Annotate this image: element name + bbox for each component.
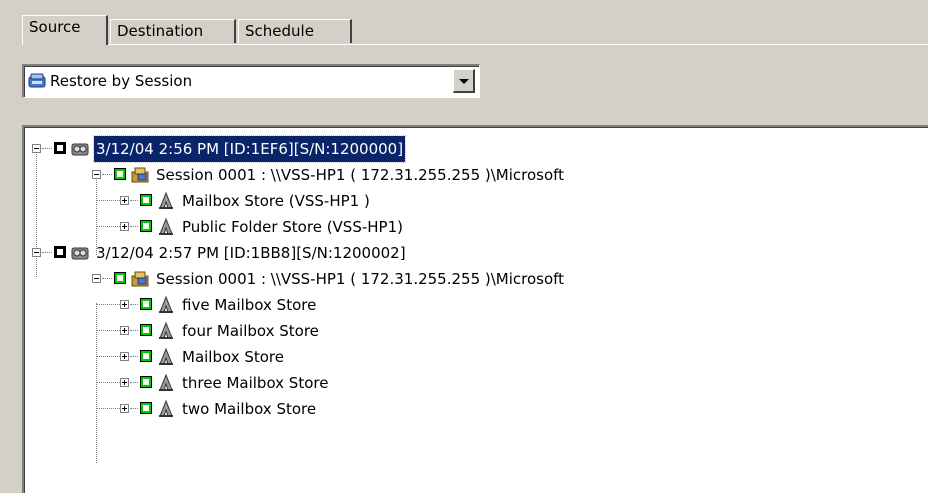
tab-schedule-label: Schedule [245,22,314,40]
store-icon [159,321,173,339]
tree-node-tape[interactable]: 3/12/04 2:57 PM [ID:1BB8][S/N:1200002] [24,240,904,266]
expand-icon[interactable] [120,326,129,335]
tree-node-store[interactable]: two Mailbox Store [24,396,904,422]
checkbox[interactable] [140,350,152,362]
tree-node-store[interactable]: Mailbox Store (VSS-HP1 ) [24,188,904,214]
checkbox[interactable] [54,246,66,258]
tree-node-label: four Mailbox Store [182,322,319,340]
expand-icon[interactable] [120,378,129,387]
tab-source-label: Source [29,18,81,36]
expand-icon[interactable] [120,222,129,231]
session-tree-panel[interactable]: 3/12/04 2:56 PM [ID:1EF6][S/N:1200000] S… [22,125,928,493]
tree-node-session[interactable]: Session 0001 : \\VSS-HP1 ( 172.31.255.25… [24,266,904,292]
tree-node-store[interactable]: four Mailbox Store [24,318,904,344]
store-icon [159,191,173,209]
tree-connector [130,408,138,410]
tree-connector [96,226,120,228]
tree-node-store[interactable]: Public Folder Store (VSS-HP1) [24,214,904,240]
tab-destination-label: Destination [117,22,204,40]
tree-connector [130,330,138,332]
tree-node-tape[interactable]: 3/12/04 2:56 PM [ID:1EF6][S/N:1200000] [24,135,904,163]
tree-connector [102,174,112,176]
tree-connector [96,200,120,202]
tab-divider [22,44,928,45]
store-icon [159,373,173,391]
tab-destination[interactable]: Destination [110,19,236,43]
expand-icon[interactable] [120,300,129,309]
tree-node-label: Mailbox Store (VSS-HP1 ) [182,192,370,210]
tree-connector [96,330,120,332]
tree-node-label: Public Folder Store (VSS-HP1) [182,218,403,236]
restore-mode-value: Restore by Session [50,72,193,90]
tree-node-store[interactable]: Mailbox Store [24,344,904,370]
store-icon [159,295,173,313]
store-icon [159,217,173,235]
dropdown-button[interactable] [453,69,475,93]
tree-node-session[interactable]: Session 0001 : \\VSS-HP1 ( 172.31.255.25… [24,162,904,188]
tree-connector [96,304,120,306]
tree-node-label: five Mailbox Store [182,296,317,314]
tab-schedule[interactable]: Schedule [238,19,352,43]
tab-source[interactable]: Source [22,15,108,45]
tree-node-label: 3/12/04 2:57 PM [ID:1BB8][S/N:1200002] [96,244,406,262]
tree-node-label: Session 0001 : \\VSS-HP1 ( 172.31.255.25… [156,166,565,184]
tree-connector [130,356,138,358]
tree-connector [42,148,52,150]
store-icon [159,399,173,417]
tree-connector [130,200,138,202]
checkbox[interactable] [140,298,152,310]
expand-icon[interactable] [120,404,129,413]
tape-icon [71,247,89,260]
tree-node-label: three Mailbox Store [182,374,329,392]
chevron-down-icon [459,79,469,84]
checkbox[interactable] [140,220,152,232]
tree-node-store[interactable]: five Mailbox Store [24,292,904,318]
tree-connector [96,408,120,410]
collapse-icon[interactable] [32,248,41,257]
restore-mode-dropdown[interactable]: Restore by Session [22,64,480,98]
tree-connector [42,252,52,254]
restore-window: Source Destination Schedule Restore by S… [0,0,928,493]
checkbox[interactable] [114,272,126,284]
collapse-icon[interactable] [32,144,41,153]
tree-connector [130,304,138,306]
session-icon [131,271,149,287]
checkbox[interactable] [54,142,66,154]
tree-connector [130,382,138,384]
checkbox[interactable] [140,376,152,388]
tree-node-label: Session 0001 : \\VSS-HP1 ( 172.31.255.25… [156,270,565,288]
expand-icon[interactable] [120,196,129,205]
checkbox[interactable] [140,324,152,336]
tree-connector [96,382,120,384]
collapse-icon[interactable] [92,274,101,283]
tree-node-store[interactable]: three Mailbox Store [24,370,904,396]
tape-drive-icon [28,73,46,88]
tape-icon [71,143,89,156]
store-icon [159,347,173,365]
tree-connector [96,356,120,358]
tree-connector [102,278,112,280]
checkbox[interactable] [140,194,152,206]
session-icon [131,167,149,183]
tree-connector [130,226,138,228]
tree-node-label: Mailbox Store [182,348,284,366]
tree-node-label: two Mailbox Store [182,400,317,418]
tree-node-label: 3/12/04 2:56 PM [ID:1EF6][S/N:1200000] [92,135,407,163]
session-tree: 3/12/04 2:56 PM [ID:1EF6][S/N:1200000] S… [24,127,928,493]
checkbox[interactable] [114,168,126,180]
checkbox[interactable] [140,402,152,414]
collapse-icon[interactable] [92,170,101,179]
expand-icon[interactable] [120,352,129,361]
